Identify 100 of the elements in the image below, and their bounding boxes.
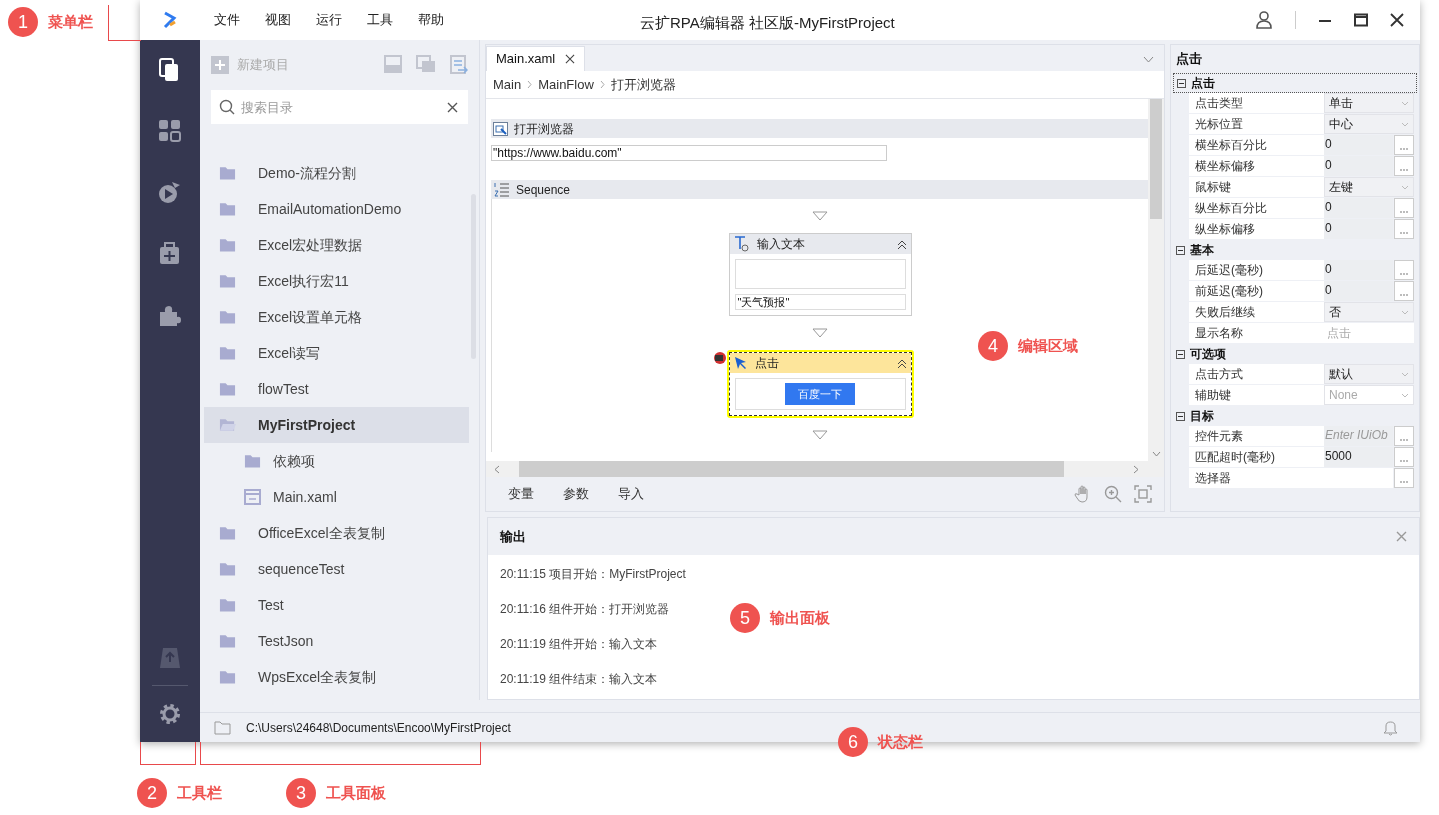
project-item[interactable]: flowTest (204, 371, 469, 407)
expression-field[interactable]: 0 (1324, 156, 1393, 176)
expression-field[interactable]: 0 (1324, 198, 1393, 218)
expression-field[interactable]: 5000 (1324, 447, 1393, 467)
project-item[interactable]: Excel设置单元格 (204, 299, 469, 335)
activity-card[interactable]: 输入文本 "天气预报" (728, 233, 912, 316)
project-item[interactable]: EmailAutomationDemo (204, 191, 469, 227)
project-item[interactable]: MyFirstProject (204, 407, 469, 443)
more-button[interactable] (1394, 468, 1414, 488)
more-button[interactable] (1394, 219, 1414, 239)
export-icon[interactable] (450, 55, 468, 75)
zoom-in-icon[interactable] (1104, 485, 1122, 503)
text-field[interactable]: "天气预报" (734, 294, 906, 310)
more-button[interactable] (1394, 281, 1414, 301)
fit-screen-icon[interactable] (1134, 485, 1152, 503)
scroll-right-icon[interactable] (1133, 464, 1139, 474)
property-group[interactable]: 基本 (1173, 240, 1417, 260)
folder-icon (214, 720, 231, 735)
drop-arrow-icon (812, 211, 828, 221)
folder-icon (219, 525, 236, 541)
breadcrumb-link[interactable]: Main (493, 74, 522, 95)
menu-item[interactable]: 工具 (367, 10, 393, 30)
dropdown[interactable]: 否 (1324, 302, 1414, 322)
activity-card[interactable]: 点击 百度一下 (728, 352, 912, 416)
maximize-icon[interactable] (1354, 13, 1368, 27)
breadcrumb-link[interactable]: MainFlow (538, 74, 594, 95)
upload-icon[interactable] (159, 646, 181, 670)
save-icon[interactable] (384, 55, 402, 73)
url-field[interactable]: "https://www.baidu.com" (491, 145, 887, 161)
file-tab[interactable]: Main.xaml (486, 46, 586, 71)
collapse-icon[interactable] (1177, 78, 1186, 88)
project-item[interactable]: TestJson (204, 623, 469, 659)
more-button[interactable] (1394, 156, 1414, 176)
collapse-icon[interactable] (896, 238, 907, 250)
panel-tab[interactable]: 变量 (508, 484, 534, 504)
collapse-icon[interactable] (1176, 349, 1185, 359)
project-item[interactable]: 依赖项 (200, 443, 469, 479)
callout-label: 编辑区域 (1018, 335, 1078, 356)
menu-item[interactable]: 文件 (214, 10, 240, 30)
scroll-down-icon[interactable] (1151, 451, 1161, 457)
clear-icon[interactable] (447, 102, 458, 113)
bell-icon[interactable] (1383, 719, 1398, 736)
collapse-icon[interactable] (896, 357, 907, 369)
property-group[interactable]: 目标 (1173, 406, 1417, 426)
more-button[interactable] (1394, 260, 1414, 280)
chevron-right-icon (527, 80, 533, 89)
more-button[interactable] (1394, 426, 1414, 446)
project-item[interactable]: OfficeExcel全表复制 (204, 515, 469, 551)
add-icon[interactable] (211, 56, 229, 74)
expression-field[interactable]: 0 (1324, 260, 1393, 280)
expression-field[interactable]: 0 (1324, 281, 1393, 301)
folder-icon (219, 669, 236, 685)
project-item[interactable]: sequenceTest (204, 551, 469, 587)
save-all-icon[interactable] (416, 55, 436, 73)
collapse-icon[interactable] (1176, 245, 1185, 255)
close-icon[interactable] (1390, 13, 1404, 27)
menu-item[interactable]: 运行 (316, 10, 342, 30)
more-button[interactable] (1394, 198, 1414, 218)
breakpoint-icon[interactable] (712, 351, 727, 365)
project-item[interactable]: Demo-流程分割 (204, 155, 469, 191)
more-button[interactable] (1394, 135, 1414, 155)
project-item[interactable]: Main.xaml (200, 479, 469, 515)
folder-icon (219, 165, 236, 181)
drop-arrow-icon (812, 430, 828, 440)
project-item[interactable]: Excel读写 (204, 335, 469, 371)
breadcrumb-link[interactable]: 打开浏览器 (610, 74, 676, 95)
project-item[interactable]: Test (204, 587, 469, 623)
property-group[interactable]: 可选项 (1173, 344, 1417, 364)
property-label: 选择器 (1189, 468, 1324, 488)
dropdown[interactable]: 默认 (1324, 364, 1414, 384)
bag-icon[interactable] (158, 241, 182, 266)
more-button[interactable] (1394, 447, 1414, 467)
grid-icon[interactable] (158, 119, 182, 144)
dropdown[interactable]: 左键 (1324, 177, 1414, 197)
menu-item[interactable]: 帮助 (418, 10, 444, 30)
scrollbar-thumb[interactable] (519, 461, 1064, 477)
callout-number: 2 (137, 778, 167, 808)
scroll-left-icon[interactable] (494, 464, 500, 474)
expression-field[interactable] (1324, 468, 1393, 488)
callout-number: 3 (286, 778, 316, 808)
dropdown[interactable]: 中心 (1324, 114, 1414, 134)
close-icon[interactable] (565, 54, 576, 64)
collapse-icon[interactable] (1176, 411, 1185, 421)
user-icon[interactable] (1255, 11, 1273, 29)
panel-tab[interactable]: 导入 (618, 484, 644, 504)
settings-icon[interactable] (158, 702, 182, 726)
search-field[interactable]: 搜索目录 (211, 90, 468, 124)
project-item[interactable]: Excel宏处理数据 (204, 227, 469, 263)
play-robot-icon[interactable] (158, 180, 182, 205)
panel-tab[interactable]: 参数 (563, 484, 589, 504)
scrollbar-thumb[interactable] (1150, 99, 1162, 219)
folder-icon (219, 561, 236, 577)
dropdown[interactable]: 单击 (1324, 93, 1414, 113)
menu-item[interactable]: 视图 (265, 10, 291, 30)
expression-field[interactable]: 0 (1324, 135, 1393, 155)
chevron-down-icon[interactable] (1143, 56, 1154, 63)
project-item[interactable]: WpsExcel全表复制 (204, 659, 469, 695)
project-item[interactable]: Excel执行宏11 (204, 263, 469, 299)
callout-label: 工具面板 (326, 782, 386, 803)
expression-field[interactable]: 0 (1324, 219, 1393, 239)
